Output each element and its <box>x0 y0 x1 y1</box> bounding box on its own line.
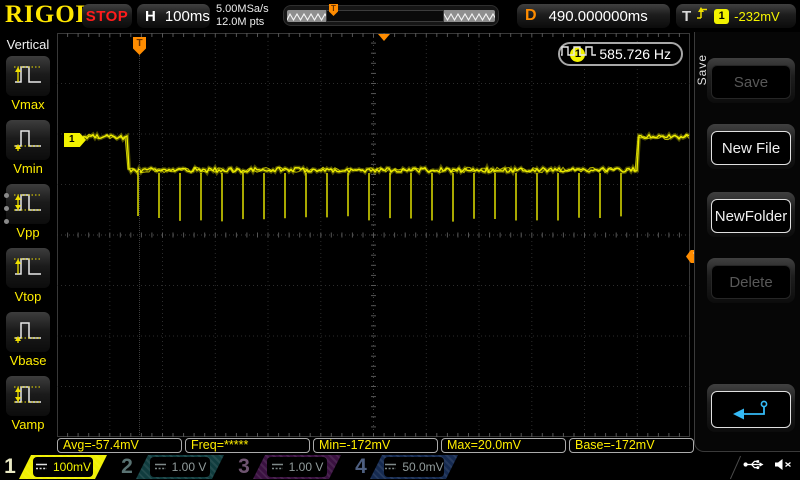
left-menu-item-vtop[interactable]: Vtop <box>0 248 56 304</box>
dc-coupling-icon <box>35 458 48 476</box>
channel-3-status[interactable]: 3 1.00 V <box>234 454 341 480</box>
softkey-label: New File <box>711 131 791 165</box>
trigger-level-value: -232mV <box>734 8 780 24</box>
channel-4-status[interactable]: 4 50.0mV <box>351 454 458 480</box>
vbase-icon <box>11 315 45 350</box>
left-menu-item-label: Vbase <box>9 353 47 368</box>
memory-depth: 12.0M pts <box>216 16 265 28</box>
channel-scale-box: 1.00 V <box>136 455 224 479</box>
run-state-label: STOP <box>85 7 129 25</box>
softkey-label: NewFolder <box>711 199 791 233</box>
left-measure-menu: Vertical Vmax Vmin Vpp Vtop Vbase Vamp <box>0 32 56 456</box>
delay-value: 490.000000ms <box>548 7 648 25</box>
channel-scale-value: 1.00 V <box>171 460 207 474</box>
softkey-new-file[interactable]: New File <box>707 124 795 169</box>
waveform-preview-bar[interactable]: T <box>283 4 499 26</box>
speaker-muted-icon[interactable] <box>774 458 792 476</box>
return-arrow-icon <box>711 391 791 428</box>
channel-number: 2 <box>121 455 133 478</box>
channel-scale-value: 1.00 V <box>288 460 324 474</box>
channel-number: 1 <box>4 455 16 478</box>
measurement-readout: Freq=***** <box>185 438 310 453</box>
measurement-readout: Min=-172mV <box>313 438 438 453</box>
channel-2-status[interactable]: 2 1.00 V <box>117 454 224 480</box>
left-menu-item-label: Vmin <box>13 161 43 176</box>
vamp-icon <box>11 379 45 414</box>
preview-view-window[interactable] <box>326 10 444 22</box>
softkey-save: Save <box>707 58 795 103</box>
trigger-position-line <box>139 55 140 435</box>
oscilloscope-screen: RIGOL STOP H 100ms 5.00MSa/s 12.0M pts T… <box>0 0 800 480</box>
h-label: H <box>145 7 156 25</box>
top-bar: RIGOL STOP H 100ms 5.00MSa/s 12.0M pts T… <box>0 0 800 32</box>
left-menu-item-vmax[interactable]: Vmax <box>0 56 56 112</box>
channel-scale-box: 50.0mV <box>370 455 458 479</box>
frequency-counter-badge: 1 585.726 Hz <box>558 42 683 66</box>
dc-coupling-icon <box>384 458 397 476</box>
left-menu-item-label: Vamp <box>11 417 45 432</box>
delay-box[interactable]: D 490.000000ms <box>517 4 670 28</box>
measurement-readout: Max=20.0mV <box>441 438 566 453</box>
back-button[interactable] <box>707 384 795 432</box>
dc-coupling-icon <box>271 458 284 476</box>
usb-icon <box>743 458 765 476</box>
measurement-readout: Avg=-57.4mV <box>57 438 182 453</box>
left-menu-item-vbase[interactable]: Vbase <box>0 312 56 368</box>
left-menu-items: Vmax Vmin Vpp Vtop Vbase Vamp <box>0 56 56 432</box>
dc-coupling-icon <box>154 458 167 476</box>
channel-number: 3 <box>238 455 250 478</box>
acquisition-info: 5.00MSa/s 12.0M pts <box>216 3 269 29</box>
vpp-icon <box>11 187 45 222</box>
t-label: T <box>682 7 692 25</box>
channel-scale-value: 50.0mV <box>402 460 444 474</box>
left-menu-item-vamp[interactable]: Vamp <box>0 376 56 432</box>
rigol-logo: RIGOL <box>5 1 94 28</box>
run-state-indicator[interactable]: STOP <box>82 4 132 28</box>
d-label: D <box>525 7 537 24</box>
softkey-label: Delete <box>711 265 791 299</box>
channel-scale-box: 1.00 V <box>253 455 341 479</box>
right-softkey-menu: Save Save New File NewFolder Delete <box>694 32 800 452</box>
trigger-status-box[interactable]: T 1 -232mV <box>676 4 796 28</box>
vmax-icon <box>11 59 45 94</box>
measurement-readout: Base=-172mV <box>569 438 694 453</box>
left-menu-item-label: Vtop <box>14 289 42 304</box>
left-menu-title: Vertical <box>6 37 50 52</box>
preview-strip <box>287 10 495 22</box>
channel-1-status[interactable]: 1 100mV <box>0 454 107 480</box>
rising-edge-icon <box>696 5 709 27</box>
measurement-bar: Avg=-57.4mV Freq=***** Min=-172mV Max=20.0m… <box>57 438 694 454</box>
channel-bar: 1 100mV 2 1.00 V 3 1.00 V 4 50.0mV <box>0 454 800 480</box>
status-icons <box>743 458 792 476</box>
channel-scale-value: 100mV <box>52 460 92 474</box>
vtop-icon <box>11 251 45 286</box>
softkey-delete: Delete <box>707 258 795 303</box>
horizontal-timebase-box[interactable]: H 100ms <box>137 4 210 28</box>
waveform-plot <box>57 33 690 437</box>
left-menu-item-vmin[interactable]: Vmin <box>0 120 56 176</box>
trigger-source-badge: 1 <box>714 8 730 24</box>
vmin-icon <box>11 123 45 158</box>
sample-rate: 5.00MSa/s <box>216 3 269 15</box>
channel-number: 4 <box>355 455 367 478</box>
softkey-newfolder[interactable]: NewFolder <box>707 192 795 237</box>
waveform-display[interactable]: T 1 T 1 585.726 Hz <box>57 33 703 437</box>
softkey-label: Save <box>711 65 791 99</box>
menu-page-dots <box>4 193 9 232</box>
left-menu-item-label: Vmax <box>11 97 45 112</box>
timebase-value: 100ms <box>164 7 210 25</box>
freq-counter-value: 585.726 Hz <box>599 46 671 62</box>
channel-scale-box: 100mV <box>19 455 107 479</box>
